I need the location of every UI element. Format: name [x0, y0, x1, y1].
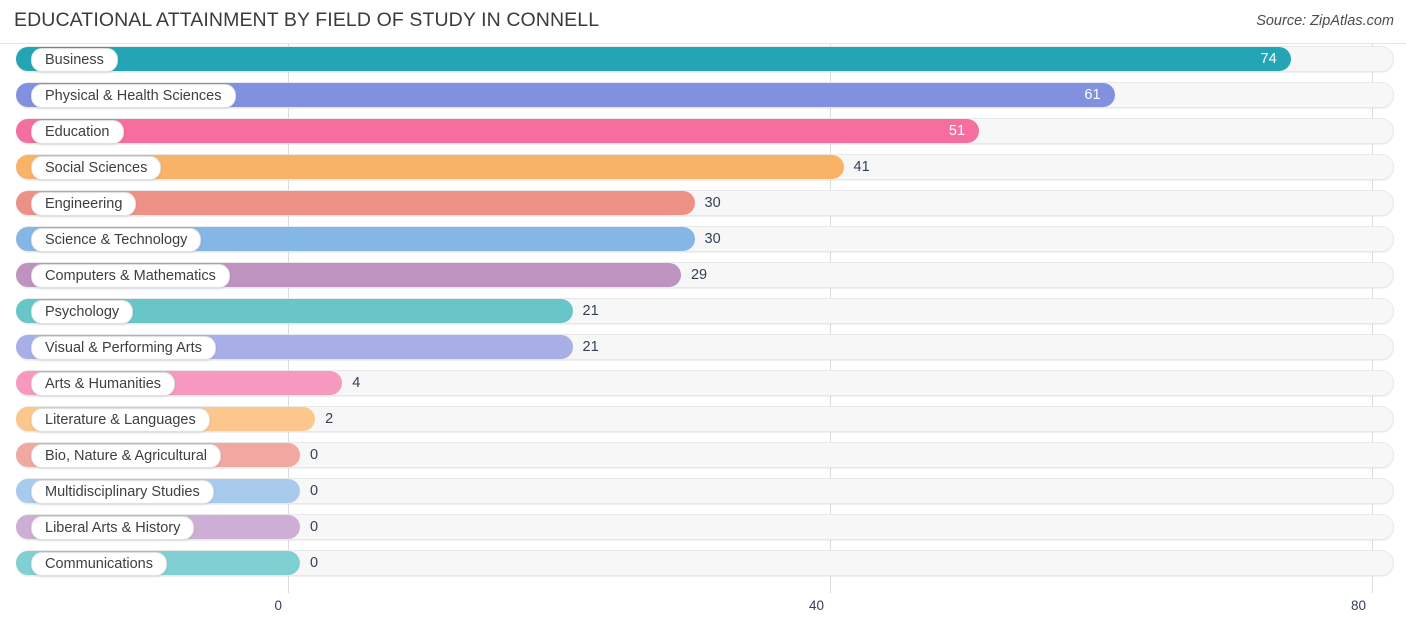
- bar-value-label: 30: [704, 195, 721, 211]
- bar-value-label: 74: [1260, 51, 1277, 67]
- bar-row[interactable]: Physical & Health Sciences 61: [0, 80, 1406, 110]
- bar-category-label: Bio, Nature & Agricultural: [31, 444, 221, 468]
- bar-fill[interactable]: [16, 47, 1291, 71]
- bar-category-label: Literature & Languages: [31, 408, 210, 432]
- bar-row[interactable]: Liberal Arts & History 0: [0, 512, 1406, 542]
- bar-row[interactable]: Literature & Languages 2: [0, 404, 1406, 434]
- bar-rows: Business 74 Physical & Health Sciences 61 Ed…: [0, 44, 1406, 584]
- bar-value-label: 21: [582, 339, 599, 355]
- bar-category-label: Visual & Performing Arts: [31, 336, 216, 360]
- x-tick-label: 40: [808, 598, 824, 613]
- x-tick-label: 80: [1350, 598, 1366, 613]
- bar-row[interactable]: Engineering 30: [0, 188, 1406, 218]
- bar-category-label: Business: [31, 48, 118, 72]
- x-axis: 0 40 80: [0, 593, 1406, 631]
- bar-value-label: 0: [310, 483, 319, 499]
- bar-row[interactable]: Psychology 21: [0, 296, 1406, 326]
- x-tick-label: 0: [274, 598, 282, 613]
- bar-category-label: Science & Technology: [31, 228, 202, 252]
- bar-row[interactable]: Bio, Nature & Agricultural 0: [0, 440, 1406, 470]
- bar-category-label: Social Sciences: [31, 156, 162, 180]
- bar-category-label: Psychology: [31, 300, 134, 324]
- bar-row[interactable]: Arts & Humanities 4: [0, 368, 1406, 398]
- bar-row[interactable]: Communications 0: [0, 548, 1406, 578]
- bar-category-label: Engineering: [31, 192, 137, 216]
- bar-category-label: Communications: [31, 552, 167, 576]
- bar-row[interactable]: Science & Technology 30: [0, 224, 1406, 254]
- source-attribution: Source: ZipAtlas.com: [1256, 13, 1394, 29]
- bar-value-label: 2: [325, 411, 334, 427]
- chart-plot-area: Business 74 Physical & Health Sciences 61 Ed…: [0, 44, 1406, 593]
- bar-value-label: 0: [310, 519, 319, 535]
- bar-fill[interactable]: [16, 119, 980, 143]
- page-title: EDUCATIONAL ATTAINMENT BY FIELD OF STUDY…: [14, 9, 600, 31]
- bar-category-label: Multidisciplinary Studies: [31, 480, 214, 504]
- bar-value-label: 41: [853, 159, 870, 175]
- bar-row[interactable]: Social Sciences 41: [0, 152, 1406, 182]
- bar-value-label: 61: [1084, 87, 1101, 103]
- bar-row[interactable]: Multidisciplinary Studies 0: [0, 476, 1406, 506]
- chart-header: EDUCATIONAL ATTAINMENT BY FIELD OF STUDY…: [0, 0, 1406, 43]
- bar-row[interactable]: Business 74: [0, 44, 1406, 74]
- bar-value-label: 30: [704, 231, 721, 247]
- bar-value-label: 0: [310, 447, 319, 463]
- bar-row[interactable]: Visual & Performing Arts 21: [0, 332, 1406, 362]
- bar-category-label: Arts & Humanities: [31, 372, 176, 396]
- bar-row[interactable]: Education 51: [0, 116, 1406, 146]
- bar-row[interactable]: Computers & Mathematics 29: [0, 260, 1406, 290]
- bar-value-label: 51: [948, 123, 966, 139]
- bar-value-label: 4: [352, 375, 361, 391]
- bar-category-label: Physical & Health Sciences: [31, 84, 236, 108]
- bar-value-label: 21: [582, 303, 599, 319]
- bar-category-label: Computers & Mathematics: [31, 264, 230, 288]
- bar-value-label: 0: [310, 555, 319, 571]
- bar-value-label: 29: [690, 267, 708, 283]
- bar-category-label: Liberal Arts & History: [31, 516, 195, 540]
- bar-category-label: Education: [31, 120, 124, 144]
